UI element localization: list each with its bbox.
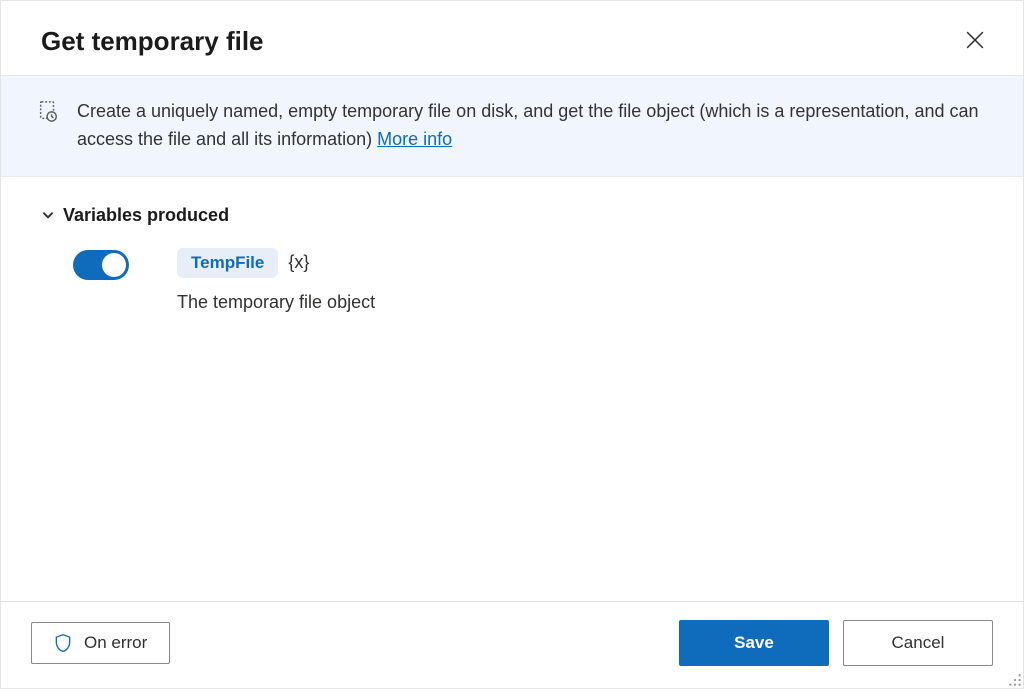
on-error-label: On error	[84, 633, 147, 653]
resize-handle[interactable]	[1008, 673, 1022, 687]
close-button[interactable]	[959, 25, 991, 57]
cancel-button[interactable]: Cancel	[843, 620, 993, 666]
more-info-link[interactable]: More info	[377, 129, 452, 149]
close-icon	[966, 31, 984, 52]
info-banner: Create a uniquely named, empty temporary…	[1, 75, 1023, 177]
footer-right: Save Cancel	[679, 620, 993, 666]
chevron-down-icon	[41, 208, 55, 222]
shield-icon	[54, 633, 72, 653]
variable-details: TempFile {x} The temporary file object	[177, 248, 375, 313]
dialog-footer: On error Save Cancel	[1, 601, 1023, 688]
variables-section-title: Variables produced	[63, 205, 229, 226]
variable-toggle[interactable]	[73, 250, 129, 280]
dialog-header: Get temporary file	[1, 1, 1023, 75]
variable-description: The temporary file object	[177, 292, 375, 313]
on-error-button[interactable]: On error	[31, 622, 170, 664]
variable-name-badge[interactable]: TempFile	[177, 248, 278, 278]
dialog-container: Get temporary file Create a uniquely nam…	[0, 0, 1024, 689]
file-clock-icon	[37, 100, 59, 122]
toggle-knob	[102, 253, 126, 277]
variable-row: TempFile {x} The temporary file object	[41, 248, 983, 313]
save-button[interactable]: Save	[679, 620, 829, 666]
variables-section-header[interactable]: Variables produced	[41, 205, 983, 226]
variable-name-row: TempFile {x}	[177, 248, 375, 278]
info-text: Create a uniquely named, empty temporary…	[77, 98, 987, 154]
dialog-title: Get temporary file	[41, 26, 264, 57]
dialog-content: Variables produced TempFile {x} The temp…	[1, 177, 1023, 601]
info-description: Create a uniquely named, empty temporary…	[77, 101, 979, 149]
variable-type-symbol: {x}	[288, 252, 309, 273]
